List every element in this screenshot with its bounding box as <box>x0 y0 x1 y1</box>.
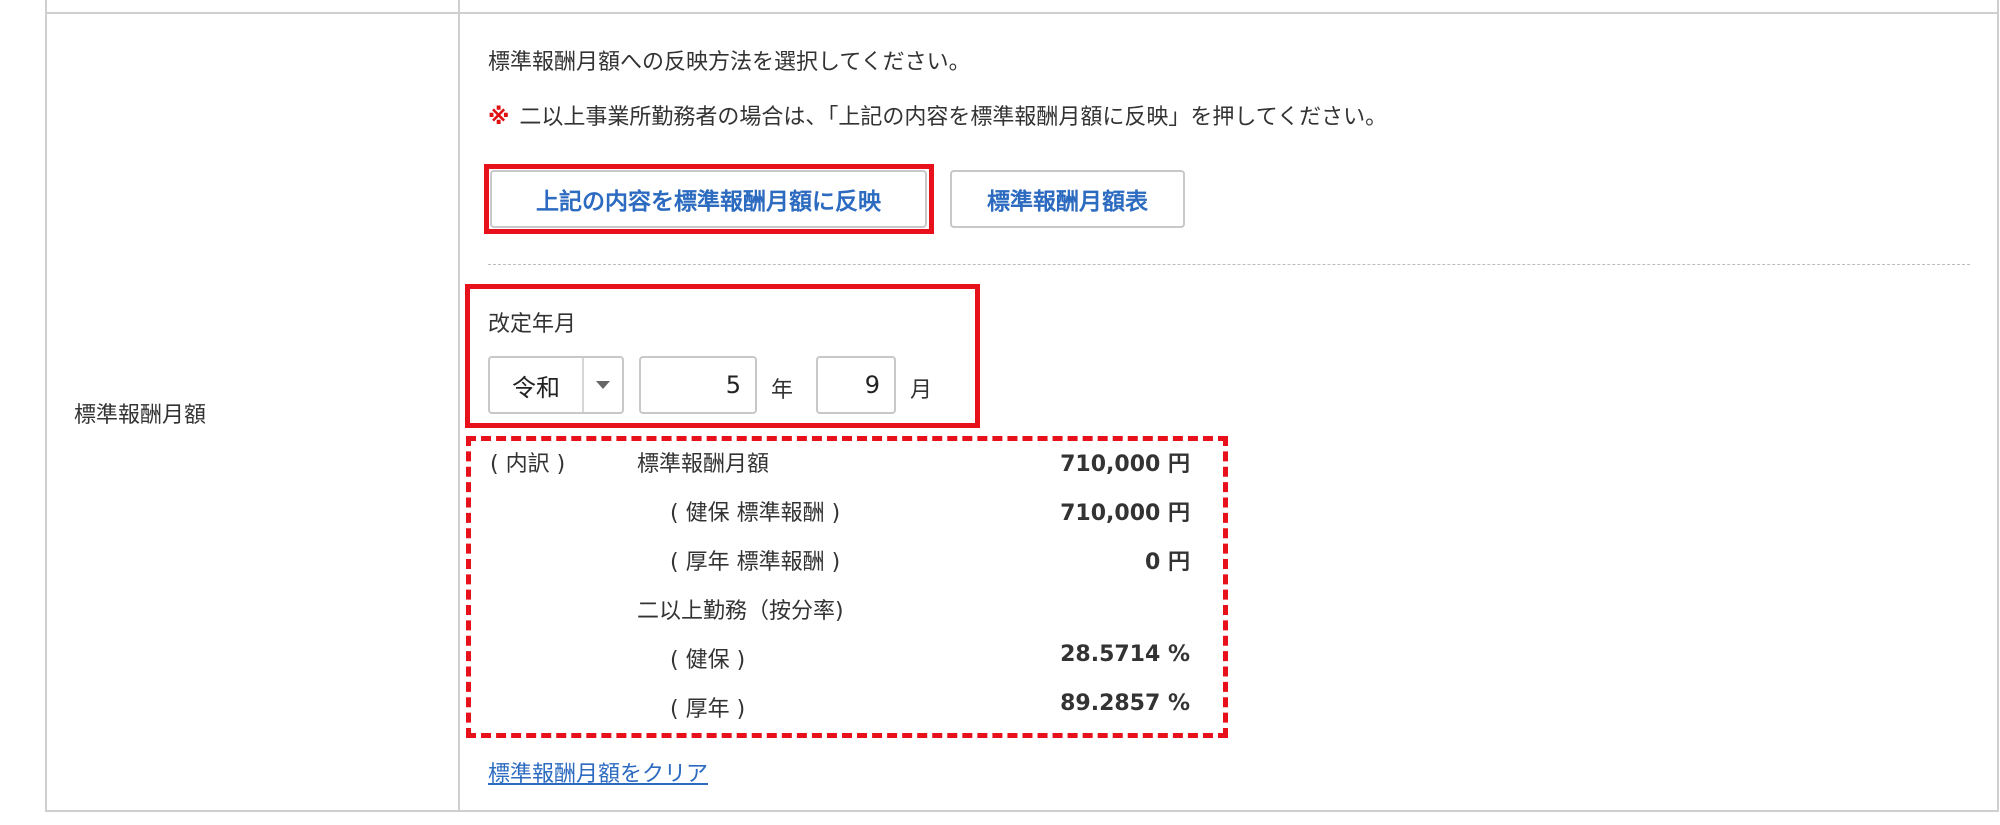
breakdown-value-pension-ratio: 89.2857 % <box>1060 691 1190 716</box>
caret-down-icon[interactable] <box>582 358 622 412</box>
row-label-standard-remuneration: 標準報酬月額 <box>74 403 207 428</box>
breakdown-prefix: ( 内訳 ) <box>490 452 566 477</box>
column-divider <box>458 0 460 812</box>
breakdown-label-health-insurance: ( 健保 標準報酬 ) <box>670 501 841 526</box>
reflect-to-standard-remuneration-button[interactable]: 上記の内容を標準報酬月額に反映 <box>490 170 927 228</box>
standard-remuneration-table-button[interactable]: 標準報酬月額表 <box>950 170 1185 228</box>
breakdown-label-pension: ( 厚年 標準報酬 ) <box>670 550 841 575</box>
year-unit-label: 年 <box>771 378 794 403</box>
breakdown-label-monthly: 標準報酬月額 <box>637 452 770 477</box>
breakdown-label-pension-ratio: ( 厚年 ) <box>670 697 746 722</box>
breakdown-label-health-ratio: ( 健保 ) <box>670 648 746 673</box>
era-select[interactable]: 令和 <box>488 356 624 414</box>
breakdown-value-health-insurance: 710,000 円 <box>1060 501 1190 526</box>
breakdown-value-health-ratio: 28.5714 % <box>1060 642 1190 667</box>
breakdown-value-monthly: 710,000 円 <box>1060 452 1190 477</box>
note-text: 二以上事業所勤務者の場合は、「上記の内容を標準報酬月額に反映」を押してください。 <box>519 105 1388 130</box>
note-asterisk-icon: ※ <box>488 105 510 130</box>
multi-office-note: ※ 二以上事業所勤務者の場合は、「上記の内容を標準報酬月額に反映」を押してください… <box>488 99 1387 131</box>
method-instruction-text: 標準報酬月額への反映方法を選択してください。 <box>488 50 971 75</box>
breakdown-value-pension: 0 円 <box>1145 550 1190 575</box>
revision-year-input[interactable] <box>639 356 757 414</box>
table-row-divider <box>45 12 1999 14</box>
era-select-value: 令和 <box>512 373 560 402</box>
section-divider <box>488 264 1970 265</box>
breakdown-label-multi-office: 二以上勤務（按分率) <box>637 599 844 624</box>
revision-month-input[interactable] <box>816 356 896 414</box>
clear-standard-remuneration-link[interactable]: 標準報酬月額をクリア <box>488 756 708 788</box>
month-unit-label: 月 <box>910 378 933 403</box>
revision-date-label: 改定年月 <box>488 312 577 337</box>
